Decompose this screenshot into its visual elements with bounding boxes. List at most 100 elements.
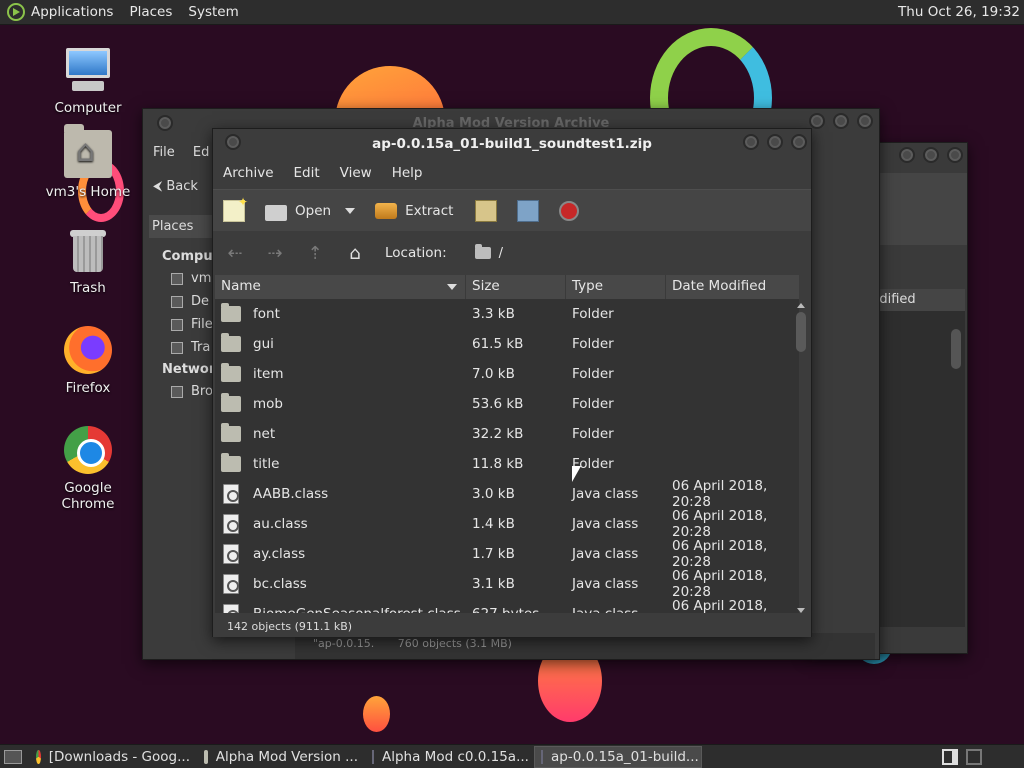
file-list[interactable]: font 3.3 kB Folder gui 61.5 kB Folder item 7.0 … — [215, 299, 799, 613]
menu-archive[interactable]: Archive — [223, 165, 274, 181]
archive-manager-window[interactable]: ap-0.0.15a_01-build1_soundtest1.zip Arch… — [212, 128, 812, 637]
table-row[interactable]: title 11.8 kB Folder — [215, 449, 799, 479]
chrome-icon — [64, 426, 112, 474]
home-icon[interactable]: ⌂ — [343, 243, 367, 264]
vertical-scrollbar[interactable] — [951, 319, 961, 627]
column-name[interactable]: Name — [215, 275, 466, 299]
menu-help[interactable]: Help — [392, 165, 423, 181]
open-dropdown-icon[interactable] — [345, 207, 356, 214]
java-class-icon — [223, 514, 239, 534]
add-folder-icon[interactable] — [517, 199, 540, 222]
extract-button[interactable]: Extract — [405, 203, 453, 219]
task-ap-archive[interactable]: ap-0.0.15a_01-build... — [534, 745, 702, 768]
table-row[interactable]: mob 53.6 kB Folder — [215, 389, 799, 419]
cell-size: 3.3 kB — [472, 306, 515, 322]
folder-icon — [221, 303, 241, 322]
up-arrow-icon[interactable]: ⇡ — [303, 243, 327, 264]
applications-menu[interactable]: Applications — [31, 4, 113, 20]
cell-size: 1.4 kB — [472, 516, 515, 532]
stop-icon[interactable] — [559, 200, 580, 221]
table-row[interactable]: ay.class 1.7 kB Java class 06 April 2018, 2… — [215, 538, 799, 570]
task-alpha-mod-archive[interactable]: Alpha Mod Version ... — [198, 746, 364, 768]
table-row[interactable]: net 32.2 kB Folder — [215, 419, 799, 449]
cell-name: AABB.class — [215, 484, 466, 504]
cell-size: 627 bytes — [466, 606, 566, 613]
minimize-button[interactable] — [743, 134, 759, 150]
column-type[interactable]: Type — [566, 275, 666, 299]
back-arrow-icon[interactable]: ⇠ — [223, 243, 247, 264]
menu-edit[interactable]: Edit — [294, 165, 320, 181]
minimize-button[interactable] — [809, 113, 825, 129]
desktop-icon-home[interactable]: vm3's Home — [38, 124, 138, 200]
titlebar[interactable]: ap-0.0.15a_01-build1_soundtest1.zip — [213, 129, 811, 159]
task-alpha-mod-c0015a[interactable]: Alpha Mod c0.0.15a... — [366, 746, 532, 768]
table-row[interactable]: item 7.0 kB Folder — [215, 359, 799, 389]
add-files-icon[interactable] — [475, 199, 498, 222]
close-button[interactable] — [791, 134, 807, 150]
menu-edit[interactable]: Ed — [193, 145, 209, 160]
cell-date: 06 April 2018, 20:28 — [672, 478, 768, 510]
maximize-button[interactable] — [767, 134, 783, 150]
maximize-button[interactable] — [833, 113, 849, 129]
table-row[interactable]: gui 61.5 kB Folder — [215, 329, 799, 359]
show-desktop-icon[interactable] — [4, 749, 22, 764]
folder-icon — [221, 393, 241, 412]
folder-icon — [474, 244, 491, 259]
open-button[interactable]: Open — [295, 203, 331, 219]
desktop-icon-firefox[interactable]: Firefox — [38, 326, 138, 396]
chrome-icon — [36, 749, 41, 764]
close-button[interactable] — [857, 113, 873, 129]
trash-icon — [171, 341, 183, 354]
new-archive-icon[interactable] — [223, 195, 248, 222]
cell-date: 06 April 2018, 20:28 — [672, 598, 768, 613]
column-size[interactable]: Size — [466, 275, 566, 299]
column-date-modified[interactable]: Date Modified — [666, 275, 799, 299]
workspace-1-icon[interactable] — [942, 749, 958, 765]
cell-name: BiomeGenSeasonalforest.class — [215, 604, 466, 613]
cell-name: ay.class — [215, 544, 466, 564]
vertical-scrollbar[interactable] — [795, 301, 807, 613]
clock[interactable]: Thu Oct 26, 19:32 — [898, 4, 1020, 20]
cell-name: item — [215, 363, 466, 382]
location-path[interactable]: / — [499, 246, 503, 261]
mouse-pointer-icon — [572, 466, 581, 482]
maximize-button[interactable] — [923, 147, 939, 163]
task-downloads-chrome[interactable]: [Downloads - Goog... — [30, 746, 196, 768]
network-icon — [171, 385, 183, 398]
folder-icon — [221, 363, 241, 382]
desktop-icon-chrome[interactable]: Google Chrome — [38, 426, 138, 512]
scroll-up-icon — [797, 303, 805, 308]
cell-size: 32.2 kB — [472, 426, 524, 442]
firefox-icon — [64, 326, 112, 374]
cell-size: 3.1 kB — [472, 576, 515, 592]
computer-icon — [64, 46, 112, 94]
table-row[interactable]: AABB.class 3.0 kB Java class 06 April 2018,… — [215, 478, 799, 510]
workspace-2-icon[interactable] — [966, 749, 982, 765]
places-menu[interactable]: Places — [129, 4, 172, 20]
cell-date: 06 April 2018, 20:28 — [672, 508, 768, 540]
sort-descending-icon — [447, 284, 457, 290]
minimize-button[interactable] — [899, 147, 915, 163]
cell-size: 7.0 kB — [472, 366, 515, 382]
window-title: ap-0.0.15a_01-build1_soundtest1.zip — [372, 136, 652, 152]
extract-icon[interactable] — [375, 202, 398, 219]
scroll-down-icon — [797, 608, 805, 613]
distro-logo-icon[interactable] — [7, 3, 25, 21]
table-row[interactable]: au.class 1.4 kB Java class 06 April 2018, 2… — [215, 508, 799, 540]
cell-name: title — [215, 453, 466, 472]
desktop-icon-trash[interactable]: Trash — [38, 226, 138, 296]
system-menu[interactable]: System — [188, 4, 238, 20]
table-row[interactable]: font 3.3 kB Folder — [215, 299, 799, 329]
forward-arrow-icon[interactable]: ⇢ — [263, 243, 287, 264]
close-button[interactable] — [947, 147, 963, 163]
desktop-icon-label: vm3's Home — [45, 184, 131, 200]
cell-name: gui — [215, 333, 466, 352]
table-row[interactable]: BiomeGenSeasonalforest.class627 bytesJav… — [215, 598, 799, 613]
desktop-icon-computer[interactable]: Computer — [38, 46, 138, 116]
open-icon[interactable] — [265, 204, 287, 221]
menu-view[interactable]: View — [340, 165, 372, 181]
back-button[interactable]: ⮜ Back — [153, 179, 198, 194]
table-row[interactable]: bc.class 3.1 kB Java class 06 April 2018, 2… — [215, 568, 799, 600]
menu-file[interactable]: File — [153, 145, 175, 160]
archive-icon — [372, 749, 374, 764]
